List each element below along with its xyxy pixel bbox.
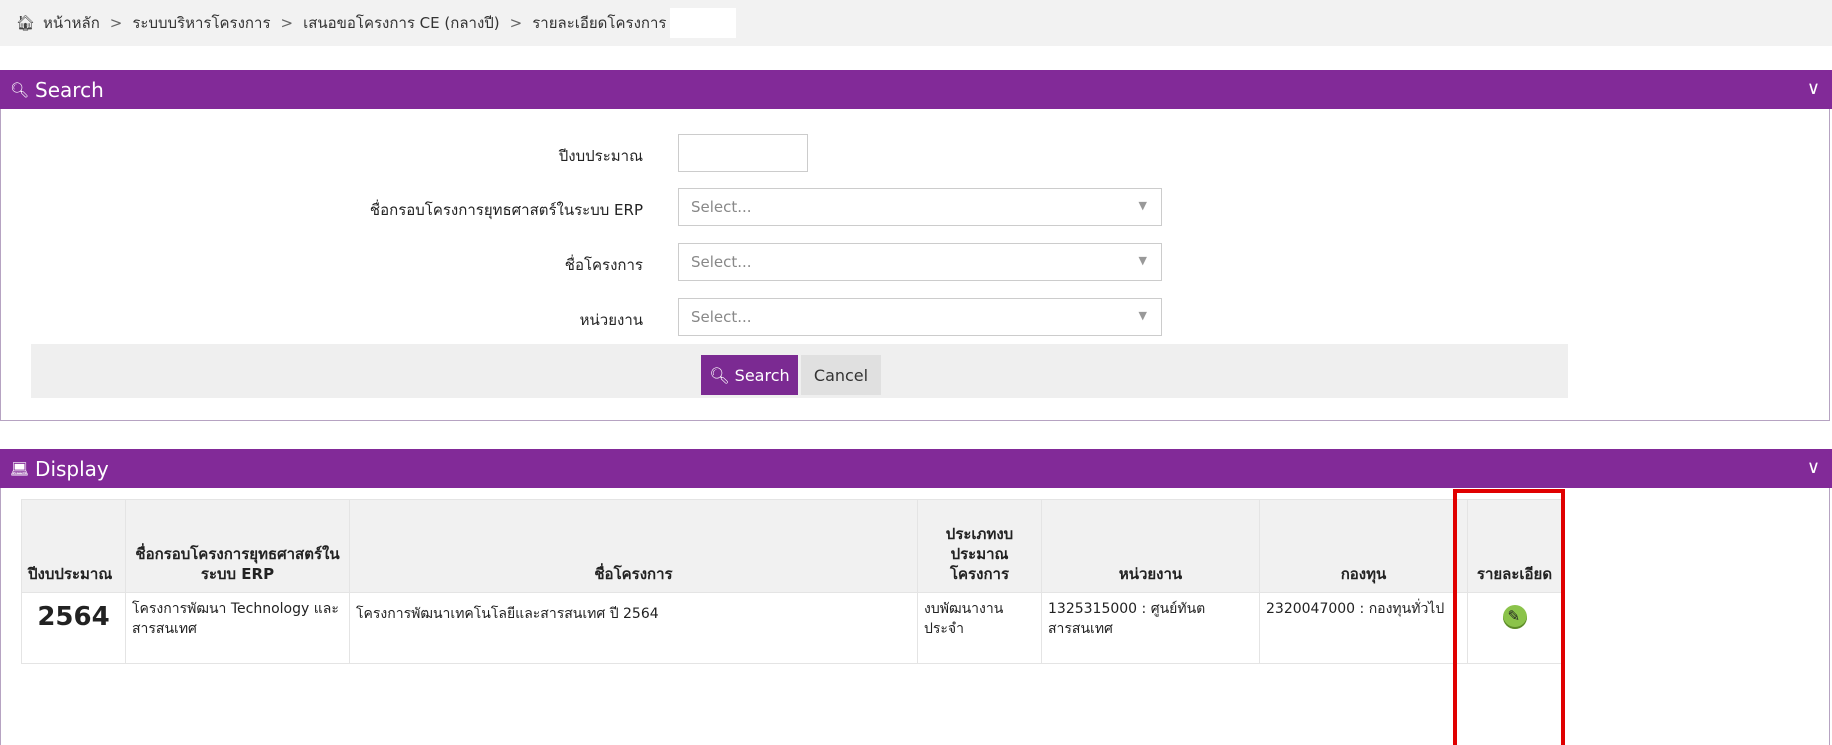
cell-framework: โครงการพัฒนา Technology และสารสนเทศ (125, 592, 350, 664)
redacted-area (663, 599, 740, 629)
display-panel-title: Display (35, 456, 109, 481)
table-row: 2564 โครงการพัฒนา Technology และสารสนเทศ… (21, 592, 1562, 664)
column-header-year[interactable]: ปีงบประมาณ (21, 499, 126, 593)
caret-down-icon: ▼ (1138, 254, 1147, 267)
column-header-unit[interactable]: หน่วยงาน (1041, 499, 1260, 593)
framework-label: ชื่อกรอบโครงการยุทธศาสตร์ในระบบ ERP (369, 201, 643, 219)
search-panel-title: Search (35, 77, 104, 102)
cell-budget-type: งบพัฒนางานประจำ (917, 592, 1042, 664)
cancel-button[interactable]: Cancel (801, 355, 881, 395)
column-header-framework[interactable]: ชื่อกรอบโครงการยุทธศาสตร์ในระบบ ERP (125, 499, 350, 593)
search-button[interactable]: 🔍︎ Search (701, 355, 798, 395)
cell-unit: 1325315000 : ศูนย์ทันตสารสนเทศ (1041, 592, 1260, 664)
breadcrumb-item-ce-proposal[interactable]: เสนอขอโครงการ CE (กลางปี) (303, 11, 500, 35)
project-label: ชื่อโครงการ (564, 256, 643, 274)
search-icon: 🔍︎ (10, 80, 30, 99)
cell-project-text: โครงการพัฒนาเทคโนโลยีและสารสนเทศ ปี 2564 (356, 606, 659, 622)
cell-fund: 2320047000 : กองทุนทั่วไป (1259, 592, 1468, 664)
search-icon: 🔍︎ (709, 365, 730, 385)
breadcrumb: 🏠︎ หน้าหลัก > ระบบบริหารโครงการ > เสนอขอ… (0, 0, 1832, 46)
redacted-area (670, 8, 737, 38)
breadcrumb-separator: > (280, 14, 294, 32)
laptop-icon: 💻︎ (10, 459, 30, 478)
chevron-down-icon[interactable]: ∨ (1807, 457, 1820, 478)
column-header-budget-type[interactable]: ประเภทงบประมาณโครงการ (917, 499, 1042, 593)
search-button-label: Search (734, 365, 790, 385)
project-table: ปีงบประมาณ ชื่อกรอบโครงการยุทธศาสตร์ในระ… (21, 499, 1562, 664)
column-header-detail: รายละเอียด (1467, 499, 1562, 593)
unit-label: หน่วยงาน (579, 311, 643, 329)
caret-down-icon: ▼ (1138, 309, 1147, 322)
breadcrumb-item-project-system[interactable]: ระบบบริหารโครงการ (132, 11, 270, 35)
home-icon[interactable]: 🏠︎ (16, 14, 35, 32)
breadcrumb-separator: > (109, 14, 123, 32)
display-panel-header[interactable]: 💻︎ Display ∨ (0, 449, 1832, 488)
breadcrumb-separator: > (509, 14, 523, 32)
column-header-fund[interactable]: กองทุน (1259, 499, 1468, 593)
framework-select-placeholder: Select... (691, 198, 752, 216)
search-button-bar (31, 344, 1568, 398)
year-label: ปีงบประมาณ (558, 147, 643, 165)
cell-project: โครงการพัฒนาเทคโนโลยีและสารสนเทศ ปี 2564 (349, 592, 918, 664)
cell-detail (1467, 592, 1562, 664)
column-header-project[interactable]: ชื่อโครงการ (349, 499, 918, 593)
year-input[interactable] (678, 134, 808, 172)
breadcrumb-item-project-detail: รายละเอียดโครงการ (532, 14, 667, 32)
search-panel-header[interactable]: 🔍︎ Search ∨ (0, 70, 1832, 109)
table-header-row: ปีงบประมาณ ชื่อกรอบโครงการยุทธศาสตร์ในระ… (21, 499, 1562, 593)
unit-select-placeholder: Select... (691, 308, 752, 326)
caret-down-icon: ▼ (1138, 199, 1147, 212)
framework-select[interactable]: Select... ▼ (678, 188, 1162, 226)
unit-select[interactable]: Select... ▼ (678, 298, 1162, 336)
project-select-placeholder: Select... (691, 253, 752, 271)
edit-icon[interactable] (1502, 605, 1527, 629)
chevron-down-icon[interactable]: ∨ (1807, 78, 1820, 99)
cell-year: 2564 (21, 592, 126, 664)
breadcrumb-item-home[interactable]: หน้าหลัก (43, 11, 100, 35)
project-select[interactable]: Select... ▼ (678, 243, 1162, 281)
